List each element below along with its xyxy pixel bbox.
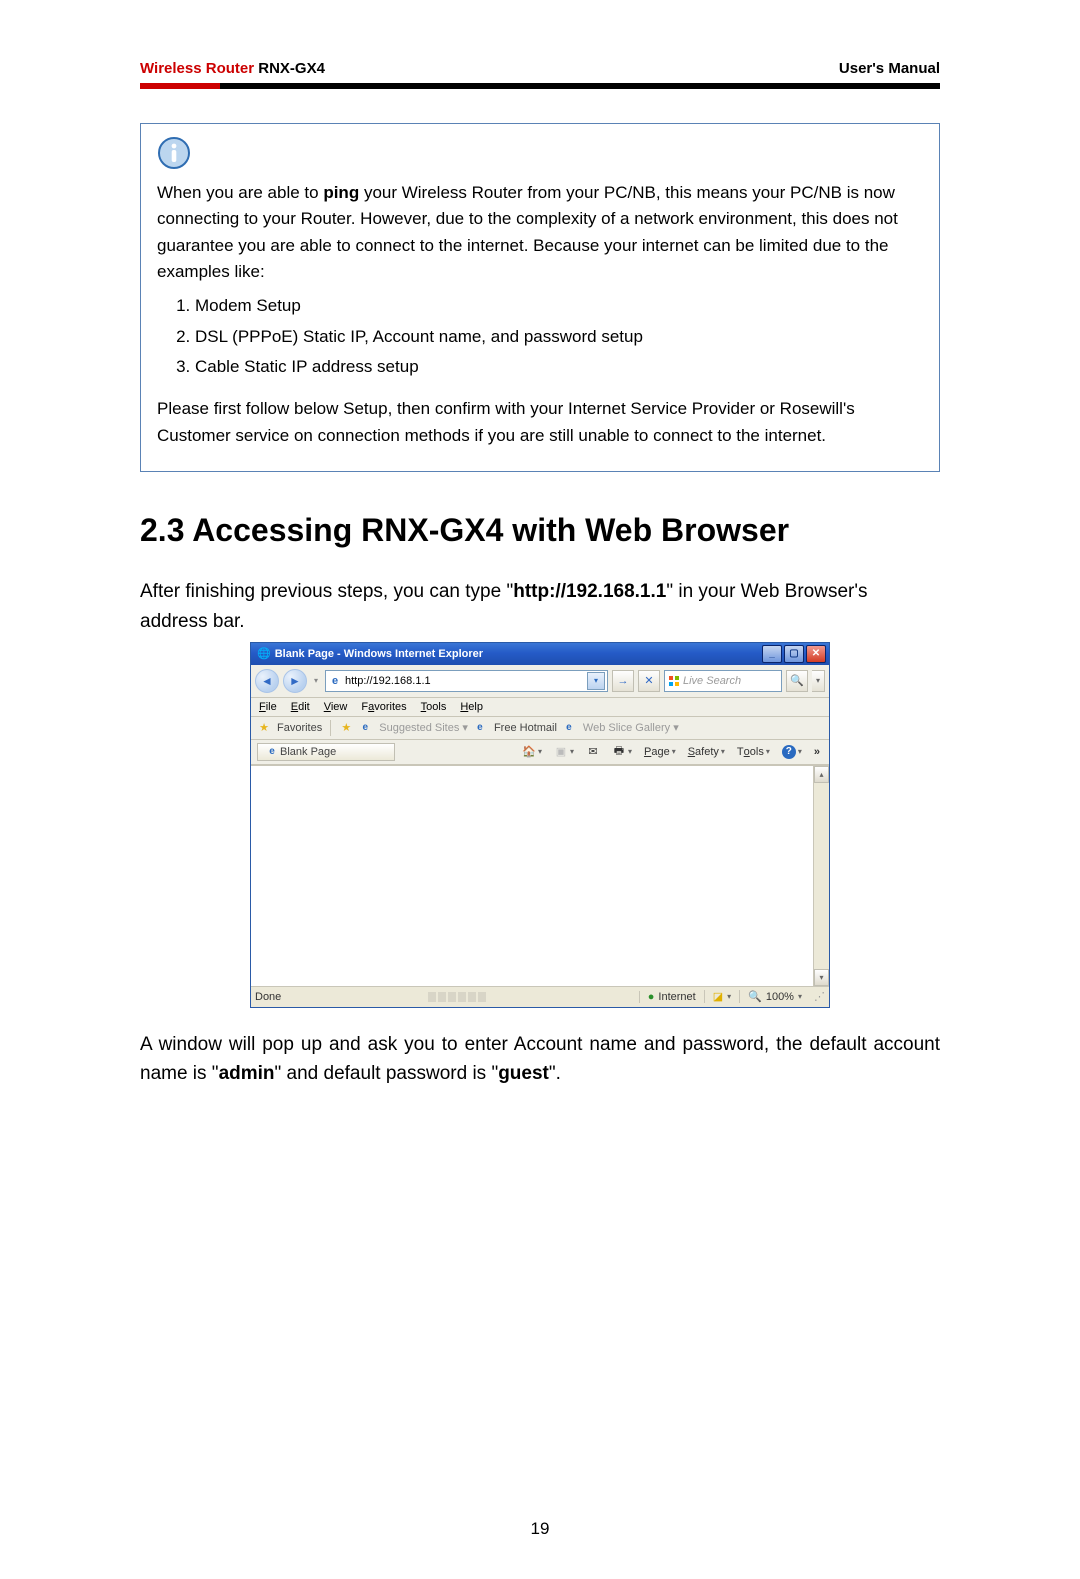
rss-icon: ▣ [554, 745, 568, 759]
info-list-item: DSL (PPPoE) Static IP, Account name, and… [195, 322, 923, 352]
page-header: Wireless Router RNX-GX4 User's Manual [140, 60, 940, 83]
zoom-icon: 🔍 [748, 990, 762, 1003]
header-right: User's Manual [839, 60, 940, 77]
resize-grip-icon[interactable]: ⋰ [810, 990, 825, 1003]
search-dropdown[interactable]: ▾ [812, 670, 825, 692]
address-url: http://192.168.1.1 [345, 675, 587, 687]
search-box[interactable]: Live Search [664, 670, 782, 692]
help-icon: ? [782, 745, 796, 759]
ie-address-row: ◄ ► ▾ e http://192.168.1.1 ▾ → ✕ [251, 665, 829, 698]
ie-link-icon: e [563, 722, 575, 734]
home-button[interactable]: 🏠▾ [519, 744, 545, 760]
forward-button[interactable]: ► [283, 669, 307, 693]
status-zoom[interactable]: 🔍 100% ▾ [739, 990, 810, 1003]
ie-title: Blank Page - Windows Internet Explorer [275, 648, 483, 660]
menu-edit[interactable]: Edit [291, 701, 310, 713]
shield-icon: ◪ [713, 990, 723, 1003]
status-internet-label: Internet [658, 991, 695, 1003]
ie-app-icon: 🌐 [257, 647, 271, 660]
help-button[interactable]: ?▾ [779, 744, 805, 760]
address-dropdown-icon[interactable]: ▾ [587, 672, 605, 690]
info-icon [157, 136, 923, 170]
address-bar[interactable]: e http://192.168.1.1 ▾ [325, 670, 608, 692]
tab-label: Blank Page [280, 746, 336, 758]
back-button[interactable]: ◄ [255, 669, 279, 693]
menu-view[interactable]: View [324, 701, 348, 713]
free-hotmail-link[interactable]: Free Hotmail [494, 722, 557, 734]
progress-cells [428, 992, 486, 1002]
favorites-star-icon[interactable]: ★ [257, 721, 271, 735]
live-search-icon [668, 675, 680, 687]
stop-button[interactable]: ✕ [638, 670, 660, 692]
maximize-button[interactable]: ▢ [784, 645, 804, 663]
ie-content-pane: ▴ ▾ [251, 765, 829, 986]
ie-status-bar: Done ● Internet ◪ ▾ 🔍 100% ▾ ⋰ [251, 986, 829, 1007]
close-button[interactable]: ✕ [806, 645, 826, 663]
scroll-down-button[interactable]: ▾ [814, 969, 829, 986]
internet-zone-icon: ● [648, 991, 655, 1003]
menu-favorites[interactable]: Favorites [361, 701, 406, 713]
header-left: Wireless Router RNX-GX4 [140, 60, 325, 77]
tab-page-icon: e [266, 746, 278, 758]
status-protected-mode[interactable]: ◪ ▾ [704, 990, 739, 1003]
menu-help[interactable]: Help [460, 701, 483, 713]
info-paragraph-1: When you are able to ping your Wireless … [157, 180, 923, 285]
status-zone[interactable]: ● Internet [639, 991, 704, 1003]
minimize-button[interactable]: _ [762, 645, 782, 663]
separator [330, 720, 331, 736]
favorites-add-icon[interactable]: ★ [339, 721, 353, 735]
header-brand: Wireless Router [140, 60, 254, 77]
home-icon: 🏠 [522, 745, 536, 759]
info-note-box: When you are able to ping your Wireless … [140, 123, 940, 472]
ie-tab-row: e Blank Page 🏠▾ ▣▾ ✉ 🖶▾ Page ▾ Safety ▾ … [251, 740, 829, 765]
ie-menubar: File Edit View Favorites Tools Help [251, 698, 829, 717]
go-button[interactable]: → [612, 670, 634, 692]
info-list-item: Modem Setup [195, 291, 923, 321]
mail-icon: ✉ [586, 745, 600, 759]
print-button[interactable]: 🖶▾ [609, 744, 635, 760]
info-list: Modem Setup DSL (PPPoE) Static IP, Accou… [157, 291, 923, 382]
zoom-value: 100% [766, 991, 794, 1003]
page: Wireless Router RNX-GX4 User's Manual Wh… [0, 0, 1080, 1579]
nav-history-dropdown[interactable]: ▾ [311, 672, 321, 690]
tools-menu-button[interactable]: Tools ▾ [734, 745, 773, 759]
body-paragraph-url: After finishing previous steps, you can … [140, 577, 940, 636]
toolbar-overflow-button[interactable]: » [811, 745, 823, 759]
ie-titlebar: 🌐 Blank Page - Windows Internet Explorer… [251, 643, 829, 665]
header-model: RNX-GX4 [258, 60, 325, 77]
read-mail-button[interactable]: ✉ [583, 744, 603, 760]
vertical-scrollbar[interactable]: ▴ ▾ [813, 766, 829, 986]
search-placeholder: Live Search [683, 675, 741, 687]
browser-tab[interactable]: e Blank Page [257, 743, 395, 761]
menu-file[interactable]: File [259, 701, 277, 713]
ie-link-icon: e [359, 722, 371, 734]
web-slice-gallery-link[interactable]: Web Slice Gallery ▾ [583, 721, 679, 734]
body-paragraph-login: A window will pop up and ask you to ente… [140, 1030, 940, 1089]
feeds-button[interactable]: ▣▾ [551, 744, 577, 760]
print-icon: 🖶 [612, 745, 626, 759]
ie-link-icon: e [474, 722, 486, 734]
section-heading: 2.3 Accessing RNX-GX4 with Web Browser [140, 512, 940, 549]
scroll-up-button[interactable]: ▴ [814, 766, 829, 783]
info-list-item: Cable Static IP address setup [195, 352, 923, 382]
info-paragraph-2: Please first follow below Setup, then co… [157, 396, 923, 449]
page-number: 19 [140, 1519, 940, 1539]
status-done: Done [255, 991, 281, 1003]
header-rule [140, 83, 940, 89]
search-button[interactable]: 🔍 [786, 670, 808, 692]
favorites-label[interactable]: Favorites [277, 722, 322, 734]
menu-tools[interactable]: Tools [421, 701, 447, 713]
ie-favorites-bar: ★ Favorites ★ e Suggested Sites ▾ e Free… [251, 717, 829, 740]
ie-page-icon: e [328, 674, 342, 688]
suggested-sites-link[interactable]: Suggested Sites ▾ [379, 721, 468, 734]
safety-menu-button[interactable]: Safety ▾ [685, 745, 728, 759]
page-menu-button[interactable]: Page ▾ [641, 745, 679, 759]
ie-window: 🌐 Blank Page - Windows Internet Explorer… [250, 642, 830, 1008]
